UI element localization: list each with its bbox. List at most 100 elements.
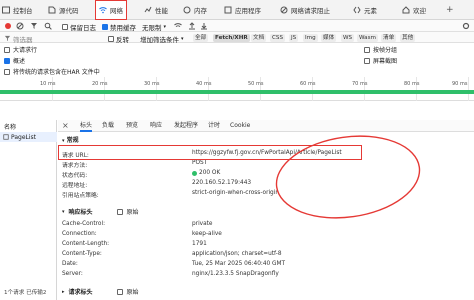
export-har-button[interactable] [200, 22, 208, 30]
tab-timing[interactable]: 计时 [208, 120, 220, 132]
type-filter-ws[interactable]: WS [341, 34, 355, 42]
tab-elements[interactable]: 元素 [353, 0, 377, 20]
general-section-header[interactable]: ▾ 常规 [62, 135, 79, 144]
timeline-tick: 60 ms [300, 81, 316, 87]
tab-response[interactable]: 响应 [150, 120, 162, 132]
section-title: 请求标头 [68, 289, 93, 296]
status-value: 200 OK [192, 170, 220, 176]
request-row[interactable]: PageList [0, 132, 57, 142]
type-filter-img[interactable]: Img [303, 34, 318, 42]
import-har-button[interactable] [188, 22, 196, 30]
home-icon [402, 6, 410, 14]
tab-network[interactable]: 网络 [95, 0, 127, 20]
request-list: 名称 PageList 1个请求 已传输2 [0, 120, 57, 300]
checkbox[interactable] [4, 57, 10, 64]
console-icon [2, 6, 10, 14]
har-option[interactable]: 将传统的请求包含在HAR 文件中 [4, 67, 100, 76]
clear-button[interactable] [16, 22, 24, 30]
tab-preview[interactable]: 预览 [126, 120, 138, 132]
request-headers-section-header[interactable]: ▸ 请求标头 原始 [62, 287, 139, 296]
header-key: Server: [62, 271, 83, 277]
checkbox[interactable] [62, 24, 68, 30]
wifi-icon [99, 7, 107, 14]
checkbox[interactable] [108, 35, 114, 42]
tab-performance[interactable]: 性能 [144, 0, 168, 20]
more-filters-dropdown[interactable]: 增加筛选条件 ▾ [140, 34, 184, 44]
chevron-down-icon: ▾ [163, 24, 167, 30]
type-filter-other[interactable]: 其他 [400, 34, 416, 42]
tab-request-blocking[interactable]: 网络请求阻止 [280, 0, 330, 20]
filter-input[interactable]: 筛选器 [4, 34, 33, 44]
timeline-request-bar [0, 90, 474, 94]
tab-label: 源代码 [59, 7, 79, 15]
option-label: 大请求行 [13, 47, 38, 54]
tab-console[interactable]: 控制台 [2, 0, 33, 20]
filter-toggle-button[interactable] [30, 22, 38, 30]
type-filter-js[interactable]: JS [289, 34, 299, 42]
tab-label: 网络请求阻止 [291, 7, 330, 15]
type-filter-css[interactable]: CSS [270, 34, 286, 42]
request-name: PageList [11, 133, 37, 141]
header-value: POST [192, 160, 208, 166]
invert-label: 反转 [116, 35, 129, 44]
tab-cookies[interactable]: Cookie [230, 120, 250, 132]
tab-label: 性能 [155, 7, 168, 15]
type-filter-doc[interactable]: 文档 [251, 34, 267, 42]
filter-icon [4, 35, 11, 42]
timeline-tick: 70 ms [352, 81, 368, 87]
raw-checkbox[interactable] [116, 288, 123, 295]
tab-initiator[interactable]: 发起程序 [174, 120, 198, 132]
screenshots-option[interactable]: 屏幕截图 [364, 56, 397, 65]
status-text: 200 OK [199, 170, 221, 176]
gear-icon [462, 22, 470, 30]
add-tab-button[interactable]: + [446, 0, 454, 20]
close-icon[interactable]: × [62, 120, 69, 132]
tab-application[interactable]: 应用程序 [224, 0, 261, 20]
search-button[interactable] [44, 22, 52, 30]
type-filter-media[interactable]: 媒体 [321, 34, 337, 42]
large-rows-option[interactable]: 大请求行 [4, 45, 37, 54]
wifi-conditions-button[interactable] [174, 22, 182, 30]
raw-checkbox[interactable] [116, 208, 123, 215]
type-filter-wasm[interactable]: Wasm [357, 34, 378, 42]
checkbox[interactable] [364, 46, 370, 53]
filter-icon [31, 23, 37, 29]
elements-icon [353, 6, 361, 14]
disable-cache-checkbox[interactable]: 禁用缓存 [102, 22, 136, 32]
tab-headers[interactable]: 标头 [80, 120, 93, 132]
expand-arrow-icon: ▾ [62, 138, 65, 144]
record-button[interactable] [4, 22, 12, 30]
type-filter-fetch-xhr[interactable]: Fetch/XHR [213, 34, 250, 42]
tab-label: 内存 [194, 7, 207, 15]
type-filter-manifest[interactable]: 清单 [381, 34, 397, 42]
tab-label: 元素 [364, 7, 377, 15]
header-value: Tue, 25 Mar 2025 06:40:40 GMT [192, 261, 286, 267]
tab-sources[interactable]: 源代码 [48, 0, 79, 20]
tab-memory[interactable]: 内存 [183, 0, 207, 20]
timeline-tick: 80 ms [404, 81, 420, 87]
response-headers-section-header[interactable]: ▾ 响应标头 原始 [62, 207, 139, 216]
header-value: 220.160.52.179:443 [192, 180, 252, 186]
request-block-icon [280, 6, 288, 14]
checkbox[interactable] [364, 57, 370, 64]
disable-cache-label: 禁用缓存 [110, 24, 136, 32]
tab-welcome[interactable]: 欢迎 [402, 0, 426, 20]
type-filter-all[interactable]: 全部 [193, 34, 209, 42]
checkbox[interactable] [4, 46, 10, 53]
group-by-frame-option[interactable]: 按帧分组 [364, 45, 397, 54]
tab-payload[interactable]: 负载 [102, 120, 114, 132]
network-settings-button[interactable] [462, 22, 470, 30]
throttle-select[interactable]: 无限制 ▾ [142, 22, 166, 32]
option-label: 按帧分组 [373, 47, 398, 54]
overview-option[interactable]: 概述 [4, 56, 25, 65]
checkbox[interactable] [4, 68, 10, 75]
name-column-header[interactable]: 名称 [4, 122, 16, 131]
checkbox[interactable] [102, 24, 108, 30]
invert-checkbox[interactable]: 反转 [108, 34, 129, 44]
devtools-tab-bar: 控制台 源代码 网络 性能 内存 应用程序 网络请求阻止 元素 欢迎 + [0, 0, 474, 20]
detail-tab-bar: × 标头 负载 预览 响应 发起程序 计时 Cookie [58, 120, 474, 132]
preserve-log-checkbox[interactable]: 保留日志 [62, 22, 96, 32]
timeline-overview[interactable]: 10 ms 20 ms 30 ms 40 ms 50 ms 60 ms 70 m… [0, 77, 474, 101]
status-dot-icon [192, 170, 197, 176]
option-label: 概述 [13, 58, 26, 65]
